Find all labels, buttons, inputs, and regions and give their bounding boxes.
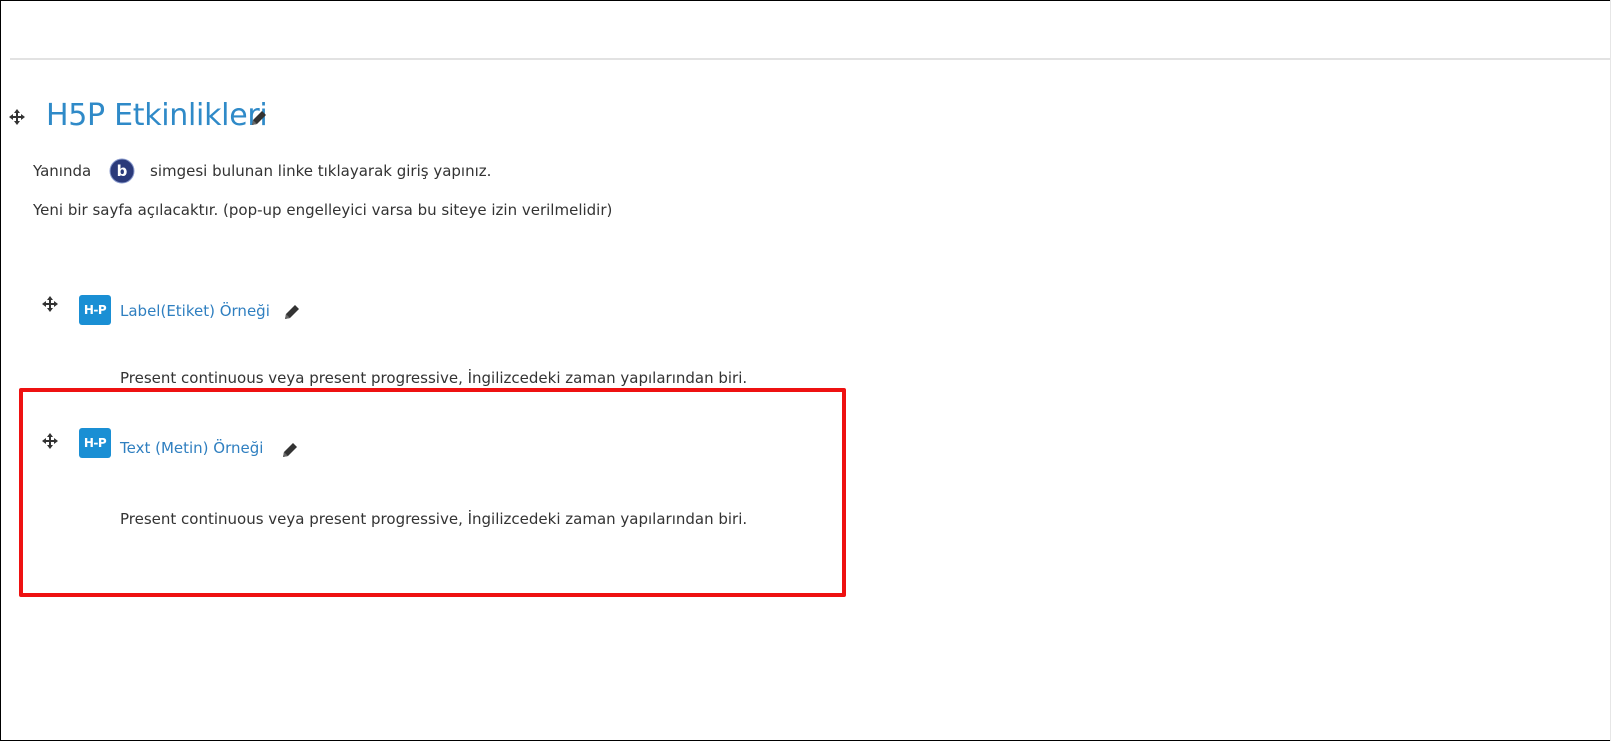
activity-link-text-ornegi[interactable]: Text (Metin) Örneği [120,439,263,457]
activity-description: Present continuous veya present progress… [120,369,748,387]
activity-1-description-clip: Present continuous veya present progress… [0,0,900,389]
move-icon[interactable] [41,432,59,450]
activity-description: Present continuous veya present progress… [120,510,748,528]
h5p-icon: H-P [79,428,111,458]
right-edge [1610,0,1623,741]
edit-pencil-icon[interactable] [280,440,300,460]
